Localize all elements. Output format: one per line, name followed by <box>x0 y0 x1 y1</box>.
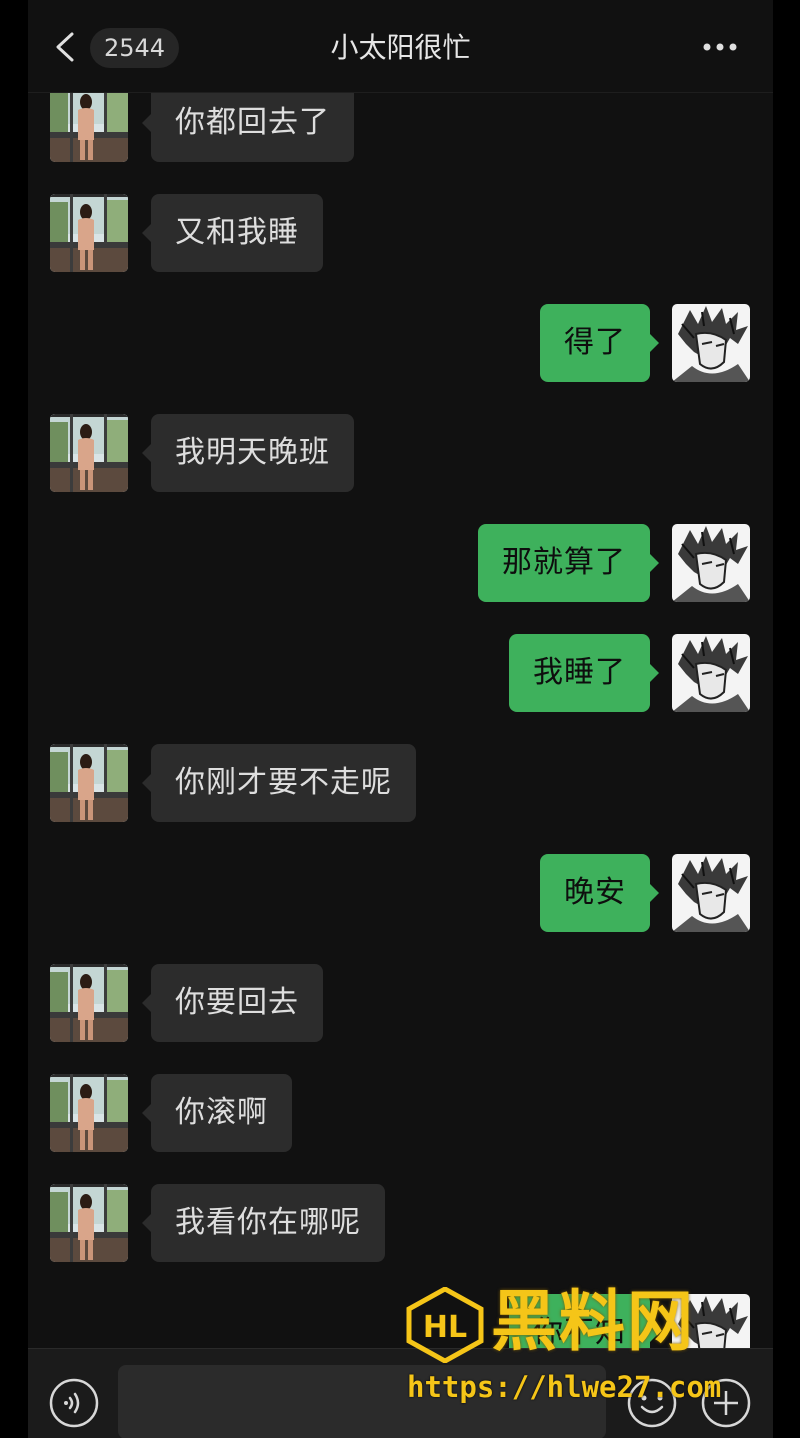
watermark: HL 黑料网 https://hlwe27.com <box>405 1283 765 1413</box>
watermark-emblem: HL <box>406 1287 484 1363</box>
message-bubble-incoming[interactable]: 我看你在哪呢 <box>142 1184 385 1262</box>
avatar[interactable] <box>50 964 128 1042</box>
message-row: 你刚才要不走呢 <box>28 744 773 824</box>
message-bubble-outgoing[interactable]: 那就算了 <box>478 524 659 602</box>
message-row: 那就算了 <box>28 524 773 604</box>
voice-icon[interactable] <box>48 1377 100 1429</box>
avatar[interactable] <box>50 194 128 272</box>
message-bubble-incoming[interactable]: 你滚啊 <box>142 1074 292 1152</box>
watermark-url: https://hlwe27.com <box>407 1370 722 1404</box>
message-bubble-incoming[interactable]: 你要回去 <box>142 964 323 1042</box>
message-bubble-incoming[interactable]: 又和我睡 <box>142 194 323 272</box>
message-bubble-incoming[interactable]: 我明天晚班 <box>142 414 354 492</box>
watermark-emblem-text: HL <box>423 1310 467 1345</box>
watermark-title: 黑料网 <box>491 1283 695 1360</box>
avatar[interactable] <box>672 854 750 932</box>
avatar[interactable] <box>50 1074 128 1152</box>
message-row: 我看你在哪呢 <box>28 1184 773 1264</box>
avatar[interactable] <box>50 1184 128 1262</box>
avatar[interactable] <box>672 304 750 382</box>
avatar[interactable] <box>50 414 128 492</box>
avatar[interactable] <box>50 744 128 822</box>
top-bar: 2544 小太阳很忙 <box>28 0 773 93</box>
message-bubble-outgoing[interactable]: 得了 <box>540 304 659 382</box>
message-row: 我睡了 <box>28 634 773 714</box>
message-row: 晚安 <box>28 854 773 934</box>
message-row: 又和我睡 <box>28 194 773 274</box>
message-row: 我明天晚班 <box>28 414 773 494</box>
avatar[interactable] <box>672 524 750 602</box>
chat-screen: 2544 小太阳很忙 你都回去了 又和我睡 得了 我明天晚班 那就算了 我睡了 … <box>28 0 773 1438</box>
message-bubble-incoming[interactable]: 你刚才要不走呢 <box>142 744 416 822</box>
message-bubble-incoming[interactable]: 你都回去了 <box>142 84 354 162</box>
message-row: 你要回去 <box>28 964 773 1044</box>
chat-title: 小太阳很忙 <box>330 31 471 64</box>
message-row: 你滚啊 <box>28 1074 773 1154</box>
message-bubble-outgoing[interactable]: 我睡了 <box>509 634 659 712</box>
avatar[interactable] <box>50 84 128 162</box>
more-dots-icon[interactable] <box>701 36 739 58</box>
message-bubble-outgoing[interactable]: 晚安 <box>540 854 659 932</box>
message-row: 得了 <box>28 304 773 384</box>
message-row: 你都回去了 <box>28 84 773 164</box>
avatar[interactable] <box>672 634 750 712</box>
